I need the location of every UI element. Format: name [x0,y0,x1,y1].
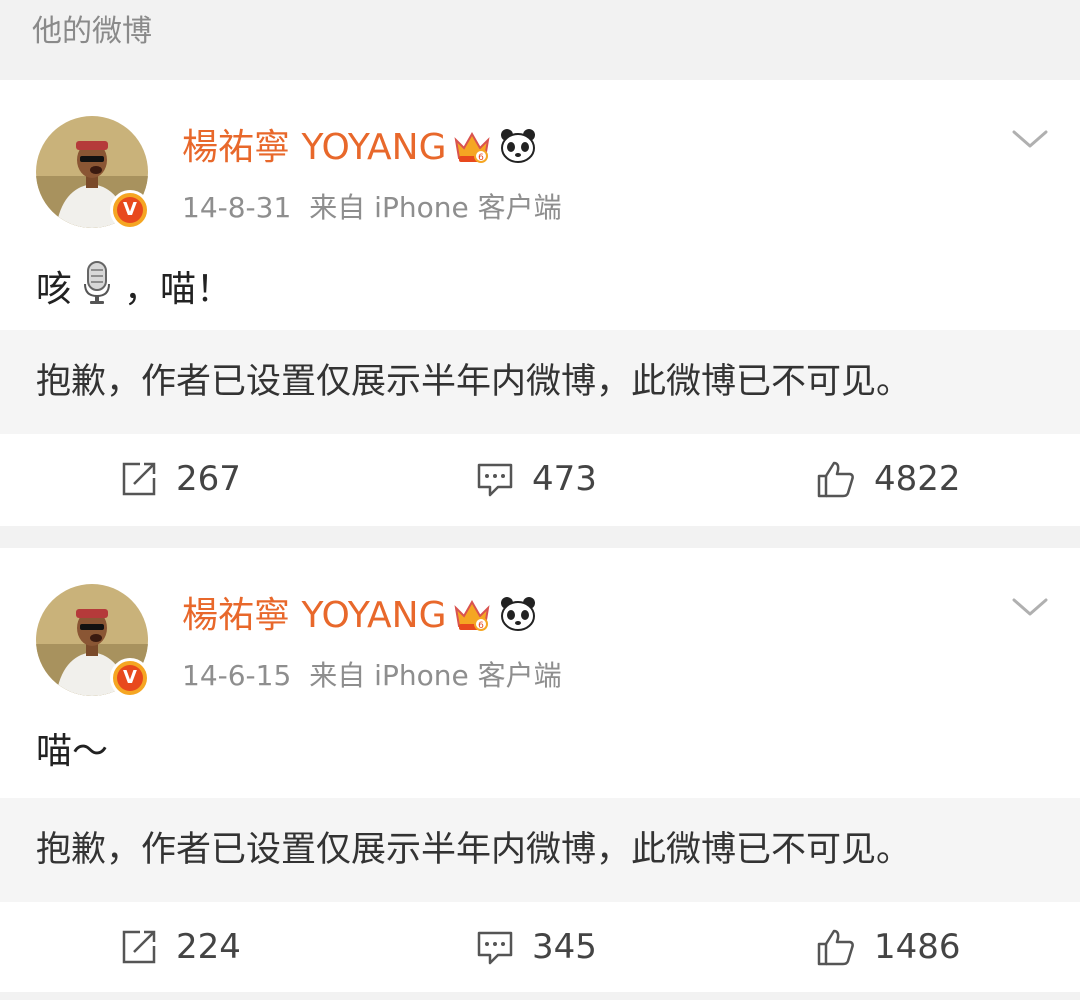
panda-icon [498,126,538,170]
user-row: 楊祐寧 YOYANG 6 [182,592,538,640]
repost-button[interactable]: 267 [120,456,241,502]
like-button[interactable]: 1486 [816,924,961,970]
repost-button[interactable]: 224 [120,924,241,970]
hidden-notice: 抱歉，作者已设置仅展示半年内微博，此微博已不可见。 [0,330,1080,434]
comment-button[interactable]: 473 [476,456,597,502]
post-text-part: 喵～ [36,731,109,772]
weibo-profile-feed: 他的微博 V 楊祐寧 YOYANG 6 14-8-31 来自 iPhone 客户… [0,0,1080,1000]
comment-count: 473 [532,459,597,499]
notice-text: 抱歉，作者已设置仅展示半年内微博，此微博已不可见。 [36,362,912,402]
username[interactable]: 楊祐寧 YOYANG [182,592,446,640]
comment-button[interactable]: 345 [476,924,597,970]
post-text-part: ，喵！ [124,268,233,310]
section-header: 他的微博 [0,0,1080,78]
svg-text:6: 6 [479,153,485,163]
post-card[interactable]: V 楊祐寧 YOYANG 6 [0,548,1080,992]
user-row: 楊祐寧 YOYANG 6 [182,124,538,172]
post-source: 来自 iPhone 客户端 [309,659,562,692]
like-icon [817,929,854,966]
notice-text: 抱歉，作者已设置仅展示半年内微博，此微博已不可见。 [36,830,912,870]
post-card[interactable]: V 楊祐寧 YOYANG 6 [0,80,1080,526]
microphone-icon [82,260,112,319]
panda-icon [498,594,538,638]
crown-icon: 6 [452,594,492,638]
repost-count: 267 [176,459,241,499]
post-text: 喵～ [36,728,108,776]
chevron-down-icon[interactable] [1008,124,1052,154]
crown-icon: 6 [452,126,492,170]
repost-icon [122,930,156,964]
comment-icon [477,463,513,497]
post-date: 14-6-15 [182,659,292,692]
action-bar: 267 473 4822 [0,434,1080,524]
like-button[interactable]: 4822 [816,456,961,502]
post-meta: 14-8-31 来自 iPhone 客户端 [182,188,562,228]
section-title: 他的微博 [32,14,152,49]
like-count: 1486 [874,927,961,967]
post-date: 14-8-31 [182,191,292,224]
post-text-part: 咳 [36,268,73,310]
verified-badge-icon: V [110,190,150,230]
chevron-down-icon[interactable] [1008,592,1052,622]
comment-count: 345 [532,927,597,967]
svg-text:6: 6 [479,621,485,631]
repost-icon [122,462,156,496]
repost-count: 224 [176,927,241,967]
hidden-notice: 抱歉，作者已设置仅展示半年内微博，此微博已不可见。 [0,798,1080,902]
username[interactable]: 楊祐寧 YOYANG [182,124,446,172]
post-meta: 14-6-15 来自 iPhone 客户端 [182,656,562,696]
post-text: 咳 ，喵！ [36,260,232,319]
post-source: 来自 iPhone 客户端 [309,191,562,224]
like-icon [817,461,854,498]
action-bar: 224 345 1486 [0,902,1080,992]
like-count: 4822 [874,459,961,499]
comment-icon [477,931,513,965]
verified-badge-icon: V [110,658,150,698]
